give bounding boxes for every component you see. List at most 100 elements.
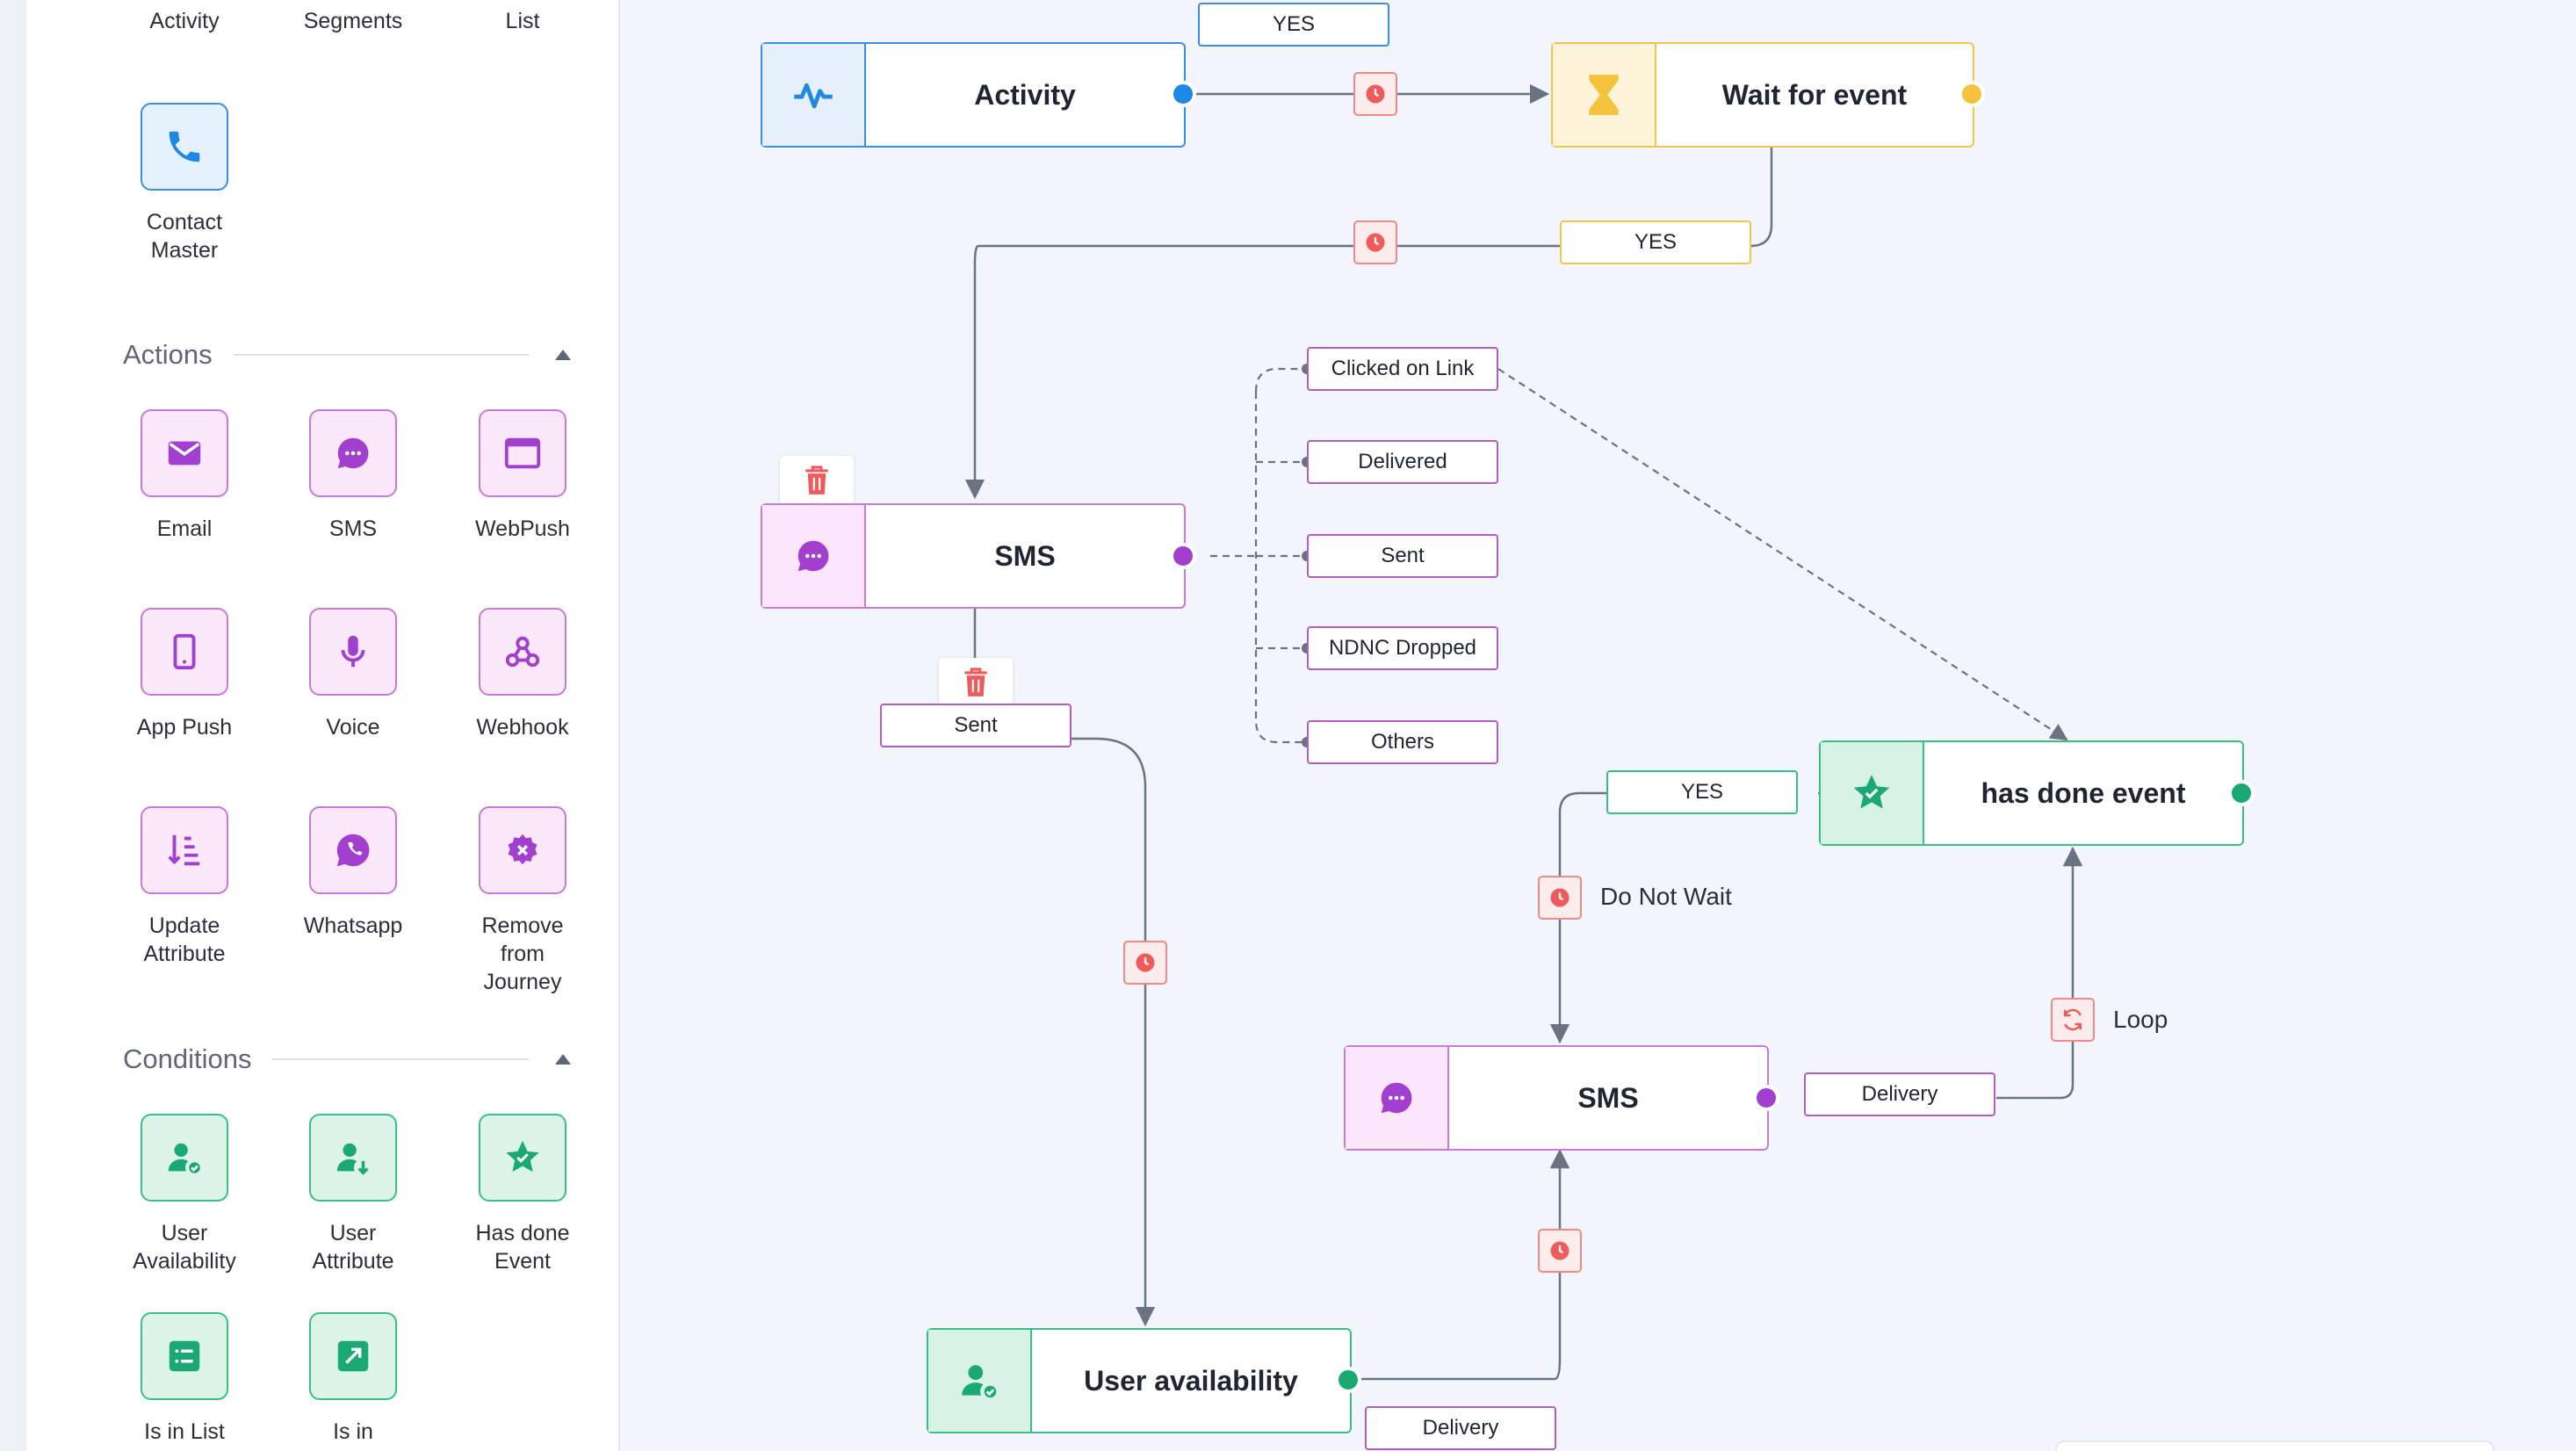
clock-icon: [1366, 84, 1385, 104]
output-port[interactable]: [2228, 780, 2255, 806]
node-activity[interactable]: Activity: [761, 42, 1186, 148]
output-port[interactable]: [1753, 1085, 1779, 1111]
palette-item-whatsapp[interactable]: Whatsapp: [270, 806, 437, 940]
trash-icon: [964, 668, 987, 697]
mobile-phone-icon: [141, 608, 228, 696]
branch-label-yes-wait[interactable]: YES: [1560, 220, 1751, 264]
branch-label-others[interactable]: Others: [1307, 720, 1498, 764]
palette-item-label: App Push: [136, 715, 233, 740]
node-sms-main[interactable]: SMS: [761, 503, 1186, 609]
branch-label-delivery-user[interactable]: Delivery: [1365, 1406, 1556, 1450]
node-palette-sidebar: Activity Segments List Contact Master Ac…: [26, 0, 620, 1451]
delete-node-button[interactable]: [780, 456, 854, 505]
delay-timer-button[interactable]: [1353, 220, 1397, 264]
branch-label-clicked-on-link[interactable]: Clicked on Link: [1307, 347, 1498, 391]
section-title: Actions: [123, 339, 213, 370]
sidebar-gutter: [0, 0, 26, 1451]
caret-up-icon[interactable]: [555, 1054, 571, 1065]
gear-remove-icon: [479, 806, 566, 894]
loop-button[interactable]: [2051, 998, 2095, 1042]
palette-item-update-attribute[interactable]: Update Attribute: [101, 806, 268, 968]
palette-item-list[interactable]: List: [439, 9, 606, 34]
palette-item-contact-master[interactable]: Contact Master: [101, 103, 268, 264]
node-sms-second[interactable]: SMS: [1344, 1045, 1769, 1151]
palette-item-is-in-list[interactable]: Is in List: [101, 1312, 268, 1446]
palette-item-webpush[interactable]: WebPush: [439, 409, 606, 543]
node-title: SMS: [994, 539, 1056, 572]
star-badge-icon: [479, 1114, 566, 1202]
palette-item-label: Webhook: [476, 715, 569, 740]
palette-item-sms[interactable]: SMS: [270, 409, 437, 543]
palette-item-label: Whatsapp: [303, 913, 403, 938]
phone-icon: [141, 103, 228, 191]
sort-list-icon: [141, 806, 228, 894]
node-title: User availability: [1084, 1364, 1298, 1397]
node-title: Activity: [974, 78, 1076, 111]
branch-label-sent[interactable]: Sent: [1307, 534, 1498, 578]
trash-icon: [805, 466, 828, 494]
palette-item-webhook[interactable]: Webhook: [439, 608, 606, 741]
branch-label-yes-has-done[interactable]: YES: [1606, 770, 1798, 814]
node-title: has done event: [1981, 776, 2186, 809]
palette-item-label: Remove from Journey: [481, 913, 564, 994]
chat-bubble-icon: [762, 505, 866, 607]
loop-label: Loop: [2113, 1006, 2168, 1033]
node-has-done-event[interactable]: has done event: [1819, 740, 2244, 846]
delay-timer-button[interactable]: [1538, 876, 1582, 920]
webhook-icon: [479, 608, 566, 696]
branch-label-ndnc-dropped[interactable]: NDNC Dropped: [1307, 626, 1498, 670]
connector-user-availability-sms: [1348, 1148, 1570, 1381]
output-port[interactable]: [1170, 81, 1196, 107]
palette-item-app-push[interactable]: App Push: [101, 608, 268, 741]
connector-loop: [1996, 846, 2083, 1100]
delay-label-do-not-wait: Do Not Wait: [1600, 883, 1732, 910]
node-user-availability[interactable]: User availability: [927, 1328, 1352, 1433]
output-port[interactable]: [1335, 1367, 1361, 1393]
actions-section-header[interactable]: Actions: [123, 337, 571, 372]
connector-branch-bus: [1254, 367, 1307, 744]
palette-item-user-attribute[interactable]: User Attribute: [270, 1114, 437, 1275]
connector-clicked-link-has-done: [1497, 368, 2068, 741]
branch-label-delivered[interactable]: Delivered: [1307, 440, 1498, 484]
palette-item-remove-from-journey[interactable]: Remove from Journey: [439, 806, 606, 996]
palette-item-label: Is in List: [144, 1419, 225, 1444]
palette-item-label: Contact Master: [146, 210, 223, 263]
palette-item-activity[interactable]: Activity: [101, 9, 268, 34]
delay-timer-button[interactable]: [1353, 72, 1397, 116]
divider: [272, 1058, 529, 1060]
clock-icon: [1550, 1241, 1569, 1260]
user-check-icon: [141, 1114, 228, 1202]
conditions-section-header[interactable]: Conditions: [123, 1042, 571, 1077]
clock-icon: [1136, 953, 1155, 972]
section-title: Conditions: [123, 1043, 252, 1074]
user-check-icon: [928, 1330, 1032, 1432]
envelope-icon: [141, 409, 228, 497]
journey-canvas[interactable]: Activity Wait for event SMS has done eve…: [622, 0, 2576, 1451]
star-badge-icon: [1821, 742, 1924, 844]
caret-up-icon[interactable]: [555, 350, 571, 360]
palette-item-voice[interactable]: Voice: [270, 608, 437, 741]
branch-label-sent-selected[interactable]: Sent: [880, 704, 1072, 747]
palette-item-segments[interactable]: Segments: [270, 9, 437, 34]
palette-item-label: Is in: [333, 1419, 373, 1444]
node-title: Wait for event: [1721, 78, 1908, 111]
whatsapp-icon: [309, 806, 397, 894]
branch-label-yes-top[interactable]: YES: [1198, 3, 1389, 47]
palette-item-label: WebPush: [475, 516, 570, 541]
branch-label-delivery-sms[interactable]: Delivery: [1804, 1072, 1995, 1116]
microphone-icon: [309, 608, 397, 696]
chat-bubble-icon: [1346, 1047, 1449, 1149]
delete-branch-button[interactable]: [939, 658, 1013, 707]
output-port[interactable]: [1959, 81, 1985, 107]
segment-icon: [309, 1312, 397, 1400]
chat-bubble-icon: [309, 409, 397, 497]
delay-timer-button[interactable]: [1123, 941, 1167, 985]
output-port[interactable]: [1170, 543, 1196, 569]
palette-item-has-done-event[interactable]: Has done Event: [439, 1114, 606, 1275]
delay-timer-button[interactable]: [1538, 1229, 1582, 1273]
user-attribute-icon: [309, 1114, 397, 1202]
palette-item-user-availability[interactable]: User Availability: [101, 1114, 268, 1275]
palette-item-email[interactable]: Email: [101, 409, 268, 543]
palette-item-is-in[interactable]: Is in: [270, 1312, 437, 1446]
node-wait-for-event[interactable]: Wait for event: [1551, 42, 1974, 148]
